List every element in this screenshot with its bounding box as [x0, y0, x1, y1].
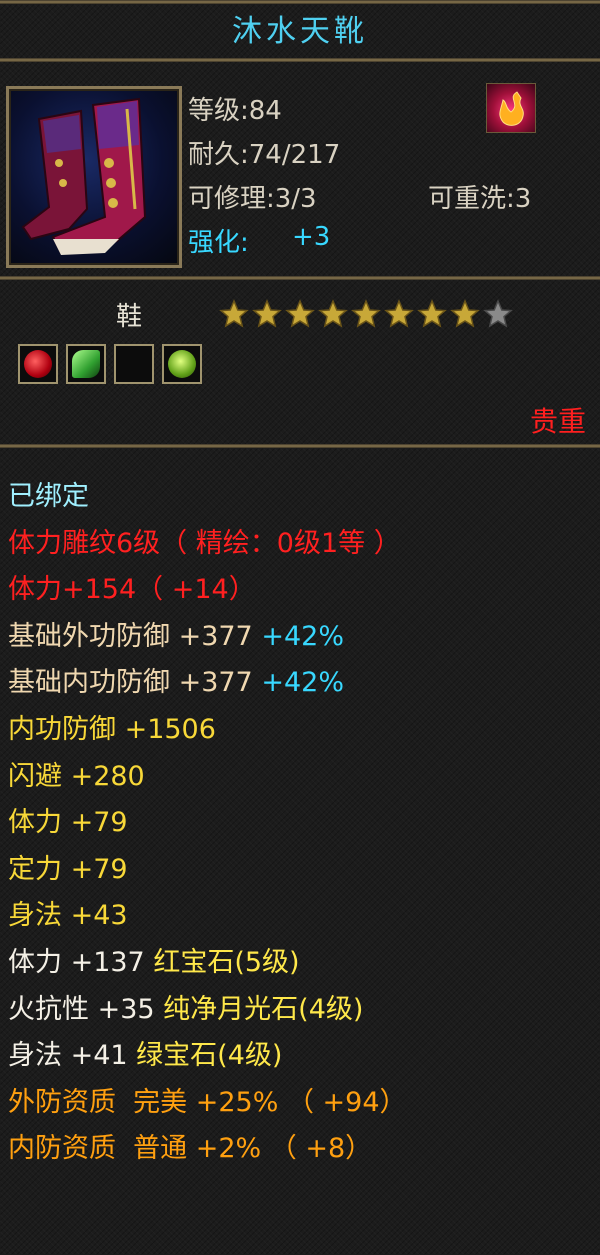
base-int-def-bonus: +42%: [261, 667, 344, 699]
base-int-def-line: 基础内功防御 +377 +42%: [8, 660, 407, 707]
star-filled-icon: [417, 299, 447, 328]
gem-slots: [18, 344, 202, 384]
gem-agility-line: 身法 +41 绿宝石(4级): [8, 1033, 407, 1080]
focus-line: 定力 +79: [8, 853, 128, 885]
stamina-total-line: 体力+154（ +14）: [8, 574, 256, 606]
agility-line: 身法 +43: [8, 900, 128, 932]
base-int-def-label: 基础内功防御 +377: [8, 667, 253, 699]
gem-fire-label: 火抗性 +35: [8, 993, 155, 1025]
star-filled-icon: [351, 299, 381, 328]
star-filled-icon: [318, 299, 348, 328]
green-gem-icon: [168, 350, 196, 378]
rewash-stat: 可重洗:3: [428, 184, 532, 214]
star-rating: [218, 298, 514, 330]
ext-quality-line: 外防资质 完美 +25% （ +94）: [8, 1086, 407, 1118]
base-ext-def-line: 基础外功防御 +377 +42%: [8, 614, 407, 661]
item-title: 沐水天靴: [232, 14, 368, 49]
durability-stat: 耐久:74/217: [188, 140, 341, 170]
gem-slot-red[interactable]: [18, 344, 58, 384]
int-quality-line: 内防资质 普通 +2% （ +8）: [8, 1133, 373, 1165]
int-def-line: 内功防御 +1506: [8, 713, 216, 745]
gem-slot-jade[interactable]: [66, 344, 106, 384]
enhance-value: +3: [292, 222, 331, 252]
base-ext-def-bonus: +42%: [261, 620, 344, 652]
repair-stat: 可修理:3/3: [188, 184, 317, 214]
rarity-label: 贵重: [529, 405, 586, 438]
stamina-line: 体力 +79: [8, 807, 128, 839]
item-type: 鞋: [116, 302, 143, 332]
title-divider: [0, 58, 600, 62]
bound-status: 已绑定: [8, 481, 89, 512]
top-border: [0, 0, 600, 4]
star-filled-icon: [384, 299, 414, 328]
attributes-divider: [0, 444, 600, 448]
star-empty-icon: [483, 299, 513, 328]
gem-agility-label: 身法 +41: [8, 1040, 128, 1072]
gem-slot-empty[interactable]: [114, 344, 154, 384]
gem-slot-green[interactable]: [162, 344, 202, 384]
red-boots-icon: [21, 97, 147, 255]
base-ext-def-label: 基础外功防御 +377: [8, 620, 253, 652]
gem-stamina-label: 体力 +137: [8, 946, 145, 978]
red-gem-icon: [24, 350, 52, 378]
star-filled-icon: [219, 299, 249, 328]
flame-spirit-icon[interactable]: [486, 83, 536, 133]
star-filled-icon: [252, 299, 282, 328]
gem-stamina-line: 体力 +137 红宝石(5级): [8, 940, 407, 987]
item-portrait[interactable]: [6, 86, 182, 268]
star-filled-icon: [450, 299, 480, 328]
gem-stamina-gem: 红宝石(5级): [153, 946, 300, 978]
level-stat: 等级:84: [188, 96, 282, 126]
star-filled-icon: [285, 299, 315, 328]
gem-agility-gem: 绿宝石(4级): [136, 1040, 283, 1072]
gem-fire-line: 火抗性 +35 纯净月光石(4级): [8, 987, 407, 1034]
attribute-list: 已绑定 体力雕纹6级（ 精绘：0级1等 ） 体力+154（ +14） 基础外功防…: [8, 474, 407, 1173]
dodge-line: 闪避 +280: [8, 760, 145, 792]
header-divider: [0, 276, 600, 280]
green-jade-icon: [72, 350, 100, 378]
gem-fire-gem: 纯净月光石(4级): [163, 993, 364, 1025]
enhance-label: 强化:: [188, 228, 249, 258]
carving-line: 体力雕纹6级（ 精绘：0级1等 ）: [8, 527, 401, 559]
